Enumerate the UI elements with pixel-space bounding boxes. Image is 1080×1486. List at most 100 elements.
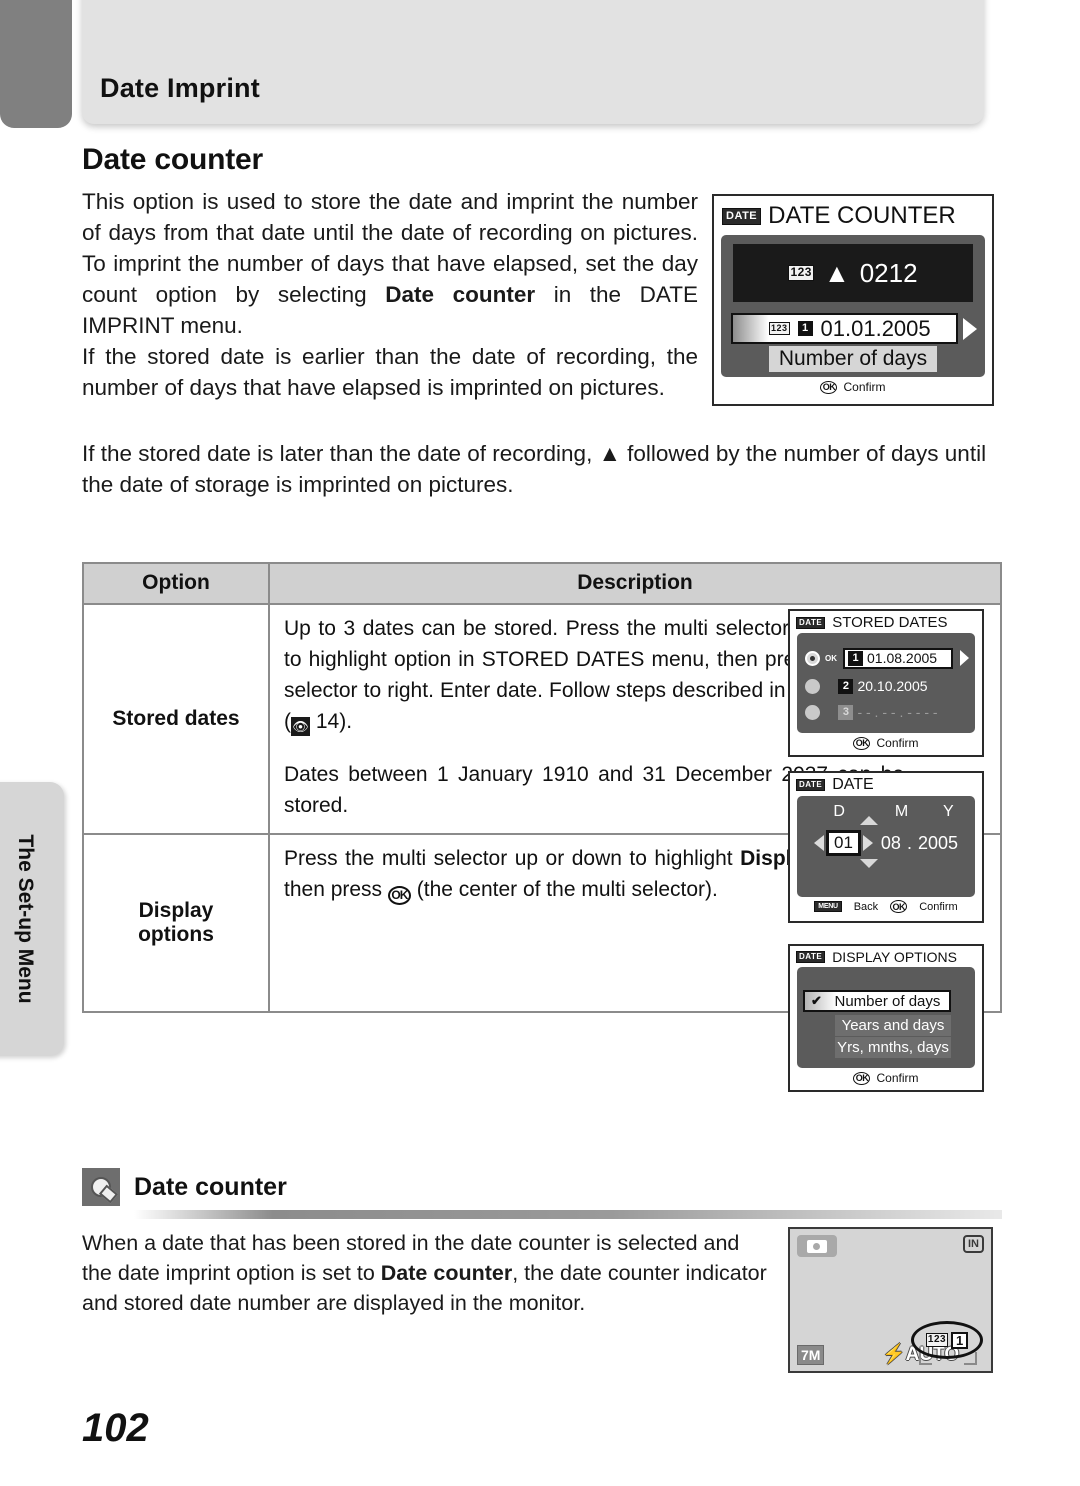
date-counter-indicator-highlight: 123 1 [911, 1321, 983, 1359]
ok-button-icon: OK [853, 736, 871, 750]
year-field[interactable]: 2005 [918, 833, 958, 854]
chevron-right-icon[interactable] [862, 835, 873, 851]
display-option-item-1[interactable]: Years and days [835, 1015, 951, 1036]
month-field[interactable]: 08 [881, 833, 901, 854]
lcd-date-counter-screen: DATE DATE COUNTER 123 ▲ 0212 123 1 01.01… [712, 194, 994, 406]
date-counter-sublabel: Number of days [769, 346, 937, 372]
confirm-label: Confirm [876, 736, 919, 750]
chevron-left-icon[interactable] [813, 835, 824, 851]
header-description: Description [268, 562, 1002, 605]
lcd-date-title-row: DATE DATE [790, 773, 982, 795]
manual-page: Date Imprint The Set-up Menu Date counte… [0, 0, 1080, 1486]
intro-paragraph-3: If the stored date is later than the dat… [82, 438, 1002, 500]
lcd-date-counter-body: 123 ▲ 0212 123 1 01.01.2005 Number of da… [721, 235, 985, 377]
stored-date-value-3: - - . - - . - - - - [857, 704, 938, 720]
display-desc-part-a: Press the multi selector up or down to h… [284, 847, 741, 870]
page-number: 102 [82, 1406, 149, 1450]
row-123-icon: 123 [769, 322, 790, 335]
stored-date-field-3[interactable]: 3 - - . - - . - - - - [835, 702, 969, 723]
slot-number-badge-1: 1 [848, 650, 863, 666]
lcd-date-entry-screen: DATE DATE D M Y 01 08 . 2005 MENU Back O… [788, 771, 984, 923]
confirm-label: Confirm [876, 1071, 919, 1085]
intro-text: This option is used to store the date an… [82, 186, 698, 403]
date-badge-icon: DATE [796, 616, 826, 629]
image-size-badge: 7M [797, 1345, 825, 1365]
lcd-date-counter-title-row: DATE DATE COUNTER [714, 196, 992, 232]
stored-date-item-3[interactable]: 3 - - . - - . - - - - [805, 701, 969, 723]
lcd-stored-dates-footer: OK Confirm [790, 733, 982, 754]
stored-date-field-2[interactable]: 2 20.10.2005 [835, 676, 969, 697]
flash-icon: ⚡ [882, 1344, 906, 1365]
date-counter-selected-row[interactable]: 123 1 01.01.2005 [731, 313, 977, 344]
section-heading: Date counter [82, 143, 263, 176]
lightbulb-tip-icon [82, 1168, 120, 1206]
confirm-label: Confirm [843, 380, 886, 394]
lcd-stored-dates-title: STORED DATES [832, 614, 948, 631]
note-divider [134, 1210, 1002, 1219]
chapter-title: Date Imprint [100, 73, 260, 103]
intro-p1-bold: Date counter [385, 282, 536, 307]
radio-unselected-icon [805, 704, 820, 720]
book-reference-icon: 👁 [291, 717, 310, 736]
lcd-display-options-body: ✔ Number of days Years and days Yrs, mnt… [797, 967, 975, 1068]
radio-unselected-icon [805, 678, 820, 694]
lcd-stored-dates-screen: DATE STORED DATES OK 1 01.08.2005 2 20.1… [788, 609, 984, 757]
ok-button-icon: OK [820, 380, 838, 394]
lcd-display-options-title-row: DATE DISPLAY OPTIONS [790, 946, 982, 966]
lcd-date-footer: MENU Back OK Confirm [790, 897, 982, 917]
date-counter-date-field[interactable]: 123 1 01.01.2005 [731, 313, 958, 344]
display-desc-part-c: (the center of the multi selector). [410, 878, 718, 901]
up-arrow-icon: ▲ [823, 257, 850, 288]
lcd-stored-dates-body: OK 1 01.08.2005 2 20.10.2005 3 - - . - -… [797, 633, 975, 733]
chevron-up-icon[interactable] [860, 816, 878, 825]
menu-button-icon: MENU [814, 901, 842, 912]
slot-number-badge-2: 2 [838, 678, 854, 694]
counter-123-icon: 123 [788, 265, 814, 281]
chevron-down-icon[interactable] [860, 859, 878, 868]
date-counter-readout: 123 ▲ 0212 [733, 244, 973, 302]
stored-date-item-1[interactable]: OK 1 01.08.2005 [805, 647, 969, 669]
header-option: Option [82, 562, 270, 605]
internal-memory-icon: IN [963, 1235, 984, 1253]
camera-monitor-illustration: IN 7M ⚡AUTO 123 1 [788, 1227, 993, 1373]
row-option-stored-dates: Stored dates [82, 603, 270, 835]
stored-date-field-1[interactable]: 1 01.08.2005 [843, 647, 953, 669]
back-label: Back [853, 900, 879, 913]
lcd-display-options-screen: DATE DISPLAY OPTIONS ✔ Number of days Ye… [788, 944, 984, 1092]
date-badge-icon: DATE [722, 207, 762, 225]
confirm-label: Confirm [919, 900, 958, 913]
note-title: Date counter [134, 1172, 287, 1201]
display-options-label-line2: options [138, 923, 214, 946]
ok-hint-spacer [825, 682, 829, 691]
checkmark-icon: ✔ [811, 993, 822, 1008]
slot-number-badge-3: 3 [838, 704, 854, 720]
display-option-item-2[interactable]: Yrs, mnths, days [835, 1037, 951, 1058]
date-badge-icon: DATE [796, 779, 826, 791]
counter-123-icon: 123 [925, 1333, 949, 1347]
right-caret-icon [963, 317, 977, 340]
display-option-label-0: Number of days [834, 992, 941, 1010]
note-body: When a date that has been stored in the … [82, 1228, 772, 1318]
dmy-head-year: Y [943, 803, 954, 820]
note-bold: Date counter [380, 1261, 513, 1285]
counter-slot-badge: 1 [951, 1331, 969, 1349]
day-field[interactable]: 01 [825, 830, 861, 856]
display-option-item-selected[interactable]: ✔ Number of days [803, 990, 951, 1012]
lcd-date-counter-footer: OK Confirm [714, 377, 992, 398]
right-caret-icon [960, 650, 969, 666]
lcd-display-options-footer: OK Confirm [790, 1068, 982, 1089]
date-separator: . [906, 832, 912, 853]
intro-p3-part-a: If the stored date is later than the dat… [82, 441, 599, 466]
note-header: Date counter [82, 1168, 1002, 1206]
stored-date-value-1: 01.08.2005 [867, 650, 938, 666]
shooting-mode-icon [797, 1235, 837, 1257]
date-entry-row[interactable]: 01 08 . 2005 [797, 830, 975, 856]
date-counter-value: 0212 [859, 257, 918, 288]
ok-hint-spacer [825, 708, 829, 717]
row-option-display-options: Display options [82, 833, 270, 1013]
up-triangle-icon: ▲ [598, 441, 621, 466]
intro-paragraph-1: This option is used to store the date an… [82, 186, 698, 341]
lcd-display-options-title: DISPLAY OPTIONS [832, 949, 957, 965]
ok-button-icon: OK [853, 1071, 871, 1085]
stored-date-item-2[interactable]: 2 20.10.2005 [805, 675, 969, 697]
